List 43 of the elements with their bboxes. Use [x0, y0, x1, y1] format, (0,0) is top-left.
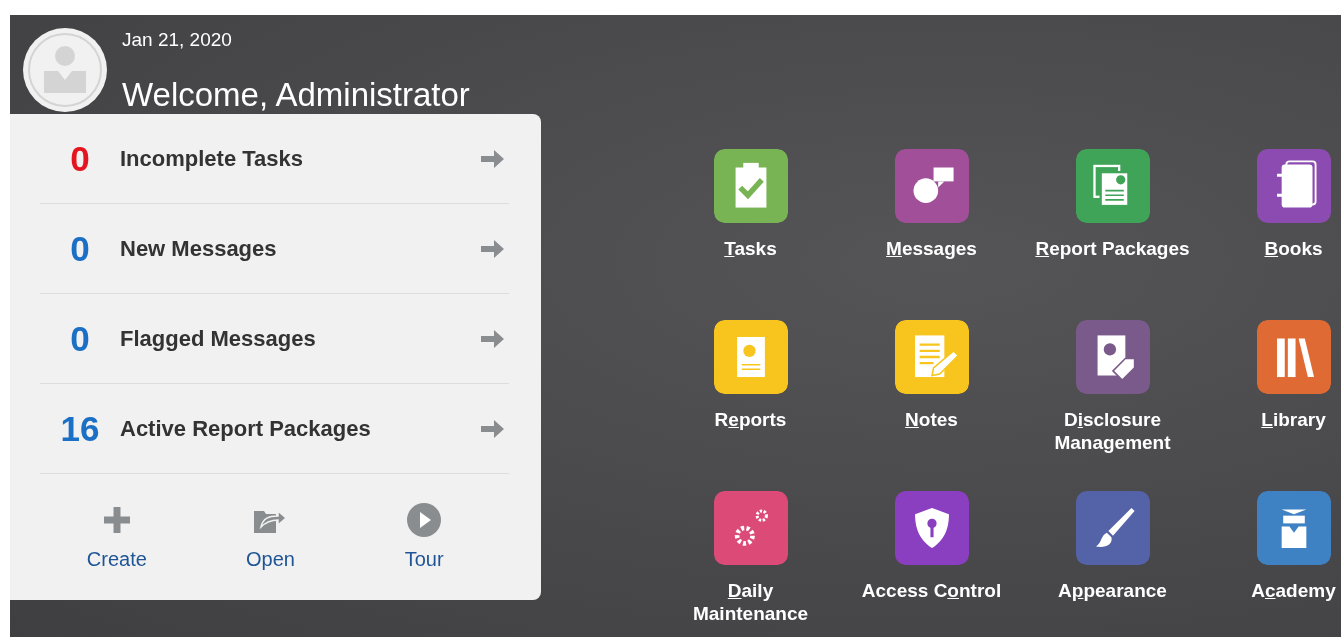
tile-label: Notes	[904, 408, 959, 431]
app-tile[interactable]: Messages	[841, 149, 1022, 320]
tile-label: Library	[1260, 408, 1327, 431]
arrow-right-icon[interactable]	[479, 418, 505, 439]
tour-button[interactable]: Tour	[364, 502, 485, 571]
tile-label: Appearance	[1057, 579, 1168, 602]
app-tile[interactable]: Notes	[841, 320, 1022, 491]
arrow-right-icon[interactable]	[479, 148, 505, 169]
summary-count: 16	[59, 408, 101, 449]
app-tile[interactable]: Access Control	[841, 491, 1022, 637]
arrow-right-icon[interactable]	[479, 328, 505, 349]
open-button[interactable]: Open	[210, 502, 331, 571]
welcome-title: Welcome, Administrator	[122, 76, 470, 114]
app-tile[interactable]: Books	[1203, 149, 1341, 320]
app-tile[interactable]: Academy	[1203, 491, 1341, 637]
app-tile[interactable]: Reports	[660, 320, 841, 491]
summary-label: Flagged Messages	[120, 325, 317, 352]
app-tile[interactable]: Appearance	[1022, 491, 1203, 637]
tile-label: Report Packages	[1034, 237, 1191, 260]
app-tile[interactable]: Report Packages	[1022, 149, 1203, 320]
summary-label: New Messages	[120, 235, 278, 262]
summary-label: Active Report Packages	[120, 415, 372, 442]
tile-label: Academy	[1250, 579, 1337, 602]
summary-count: 0	[69, 228, 91, 269]
app-tile[interactable]: Library	[1203, 320, 1341, 491]
tile-label: Books	[1263, 237, 1324, 260]
tile-label: Access Control	[860, 579, 1003, 602]
app-tile[interactable]: Disclosure Management	[1022, 320, 1203, 491]
summary-count: 0	[69, 318, 91, 359]
tile-label: Messages	[885, 237, 978, 260]
date: Jan 21, 2020	[122, 29, 233, 51]
arrow-right-icon[interactable]	[479, 238, 505, 259]
avatar-icon	[22, 27, 108, 113]
app-tile[interactable]: Daily Maintenance	[660, 491, 841, 637]
tile-label: Reports	[713, 408, 788, 431]
tile-label: Disclosure Management	[1053, 408, 1172, 454]
play-icon	[406, 502, 443, 538]
app-tile[interactable]: Tasks	[660, 149, 841, 320]
summary-count: 0	[69, 138, 91, 179]
tile-label: Daily Maintenance	[691, 579, 810, 625]
create-button[interactable]: Create	[56, 502, 177, 571]
summary-label: Incomplete Tasks	[120, 145, 304, 172]
tile-label: Tasks	[723, 237, 778, 260]
